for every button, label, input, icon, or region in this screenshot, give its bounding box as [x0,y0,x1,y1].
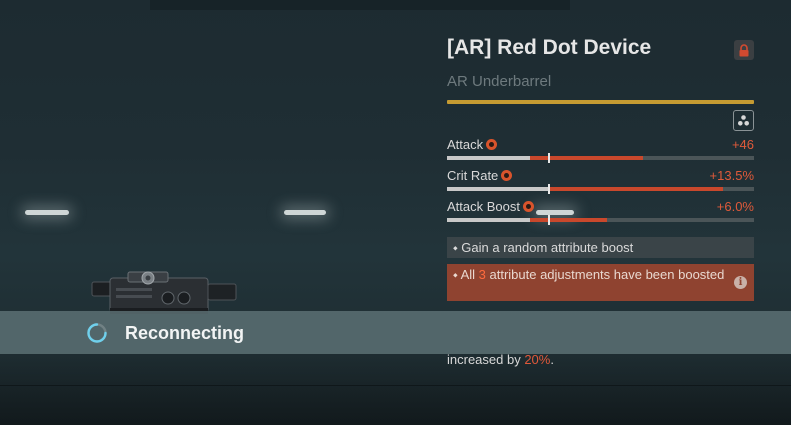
stat-bar-base [447,187,549,191]
ceiling-strip [150,0,570,10]
info-icon[interactable]: i [734,276,747,289]
boost-count: 3 [478,267,486,282]
all-boosted-suffix: attribute adjustments have been boosted [485,267,725,282]
item-subtitle: AR Underbarrel [447,73,552,90]
stat-bar-marker [548,215,551,225]
diamond-bullet-icon: ⬩ [453,267,461,282]
stat-crit-rate: Crit Rate +13.5% [447,168,754,194]
stat-attack-boost: Attack Boost +6.0% [447,199,754,225]
random-boost-text: Gain a random attribute boost [461,240,634,255]
stat-bar [447,215,754,225]
stat-value: +13.5% [709,168,754,183]
stat-bar-base [447,218,530,222]
ceiling-lamp [25,210,69,215]
attribute-slots-icon[interactable] [733,110,754,131]
stat-label: Attack Boost [447,199,520,214]
stat-value: +6.0% [716,199,754,214]
random-boost-row[interactable]: ⬩ Gain a random attribute boost [447,237,754,258]
stat-label: Attack [447,137,484,152]
stat-bar-base [447,156,530,160]
description-suffix: . [550,352,554,367]
stat-bar-marker [548,153,551,163]
stat-bar [447,184,754,194]
lock-icon[interactable] [734,40,754,60]
stat-bar-boost [529,156,644,160]
all-boosted-prefix: All [460,267,479,282]
stat-bar [447,153,754,163]
stat-bar-boost [548,187,724,191]
stat-label: Crit Rate [447,168,499,183]
item-title: [AR] Red Dot Device [447,36,652,59]
description-percent: 20% [524,352,551,367]
stat-bar-boost [529,218,607,222]
ceiling-lamp [284,210,326,215]
all-boosted-row[interactable]: ⬩ All 3 attribute adjustments have been … [447,264,754,301]
loading-spinner-icon [87,323,107,343]
reconnecting-label: Reconnecting [125,323,245,343]
effect-description: increased by 20%. [447,352,554,367]
stat-bar-marker [548,184,551,194]
stat-value: +46 [731,137,754,152]
boost-icon [522,201,534,212]
description-prefix: increased by [447,352,525,367]
boost-icon [486,139,498,150]
boost-icon [501,170,513,181]
stat-attack: Attack +46 [447,137,754,163]
rarity-bar [447,100,754,104]
reconnecting-banner: Reconnecting [0,311,791,354]
